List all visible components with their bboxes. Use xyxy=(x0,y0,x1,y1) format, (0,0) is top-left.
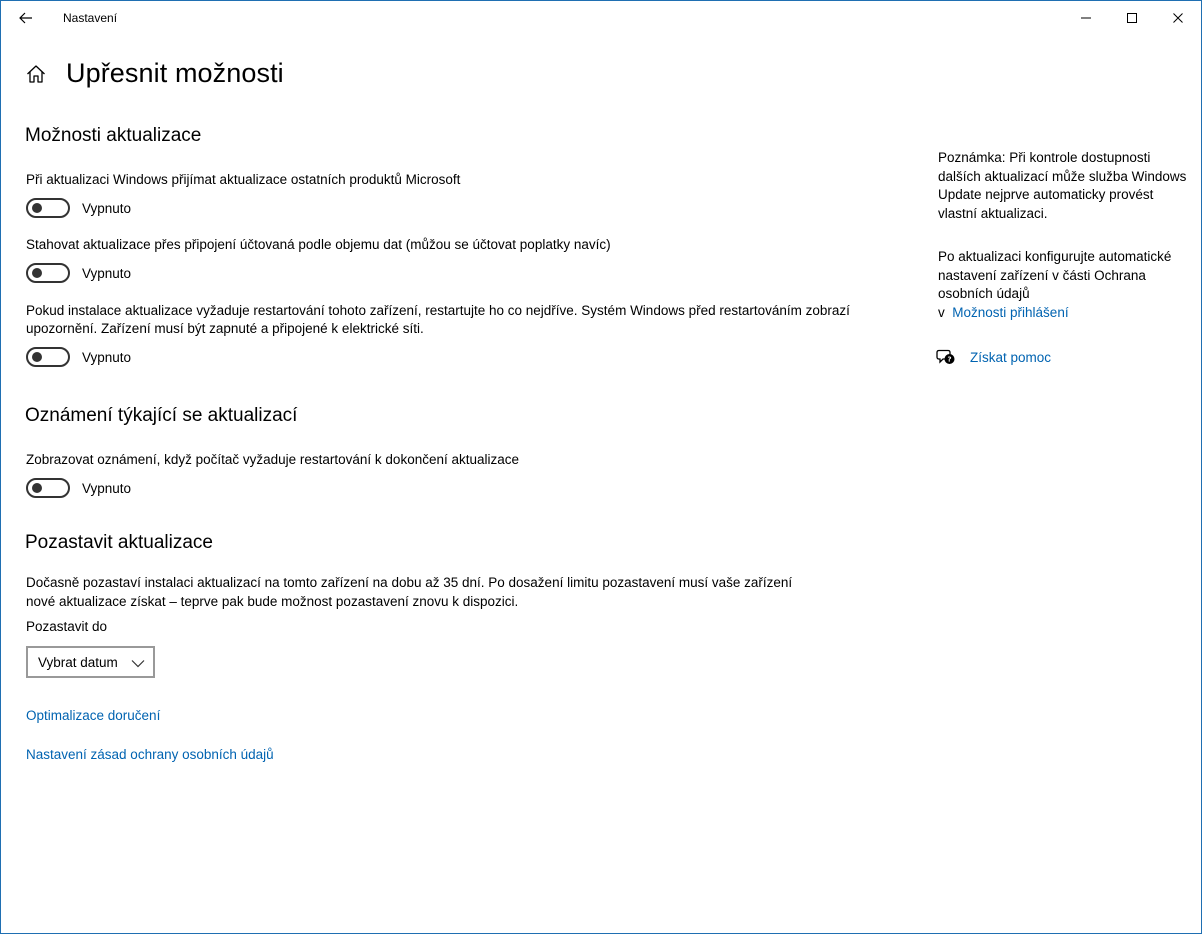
option-label-restart-asap: Pokud instalace aktualizace vyžaduje res… xyxy=(26,303,850,336)
pause-description: Dočasně pozastaví instalaci aktualizací … xyxy=(26,575,793,609)
close-icon xyxy=(1173,13,1183,23)
option-label-metered: Stahovat aktualizace přes připojení účto… xyxy=(26,237,611,252)
toggle-state-restart-asap: Vypnuto xyxy=(82,350,132,365)
maximize-button[interactable] xyxy=(1109,1,1155,35)
sidebar-config-prefix: v xyxy=(938,304,945,320)
minimize-button[interactable] xyxy=(1063,1,1109,35)
app-title: Nastavení xyxy=(63,11,118,25)
toggle-other-products[interactable] xyxy=(26,198,70,218)
privacy-settings-link[interactable]: Nastavení zásad ochrany osobních údajů xyxy=(26,747,274,762)
back-button[interactable] xyxy=(9,3,43,33)
home-button[interactable] xyxy=(25,63,47,85)
section-title-update-options: Možnosti aktualizace xyxy=(25,125,202,146)
sign-in-options-link[interactable]: Možnosti přihlášení xyxy=(952,305,1068,320)
pause-date-select-value: Vybrat datum xyxy=(38,654,118,670)
toggle-state-metered: Vypnuto xyxy=(82,266,132,281)
toggle-state-other-products: Vypnuto xyxy=(82,201,132,216)
option-label-other-products: Při aktualizaci Windows přijímat aktuali… xyxy=(26,172,461,187)
section-title-notifications: Oznámení týkající se aktualizací xyxy=(25,405,298,426)
option-label-restart-notification: Zobrazovat oznámení, když počítač vyžadu… xyxy=(26,452,520,467)
toggle-state-restart-notification: Vypnuto xyxy=(82,481,132,496)
settings-window: Nastavení Upřesnit možnosti Možnosti akt… xyxy=(0,0,1202,934)
section-title-pause: Pozastavit aktualizace xyxy=(25,532,213,553)
chevron-down-icon xyxy=(131,660,145,668)
page-title: Upřesnit možnosti xyxy=(66,58,284,88)
close-button[interactable] xyxy=(1155,1,1201,35)
get-help-link[interactable]: Získat pomoc xyxy=(970,350,1051,365)
sidebar-config: Po aktualizaci konfigurujte automatické … xyxy=(938,248,1188,322)
sidebar-config-text: Po aktualizaci konfigurujte automatické … xyxy=(938,249,1172,301)
toggle-knob xyxy=(32,203,42,213)
sidebar-note: Poznámka: Při kontrole dostupnosti další… xyxy=(938,150,1187,221)
pause-until-label: Pozastavit do xyxy=(26,619,108,634)
toggle-metered[interactable] xyxy=(26,263,70,283)
toggle-knob xyxy=(32,352,42,362)
maximize-icon xyxy=(1127,13,1137,23)
back-arrow-icon xyxy=(19,12,32,24)
chat-help-icon: ? xyxy=(936,349,955,364)
pause-date-select[interactable]: Vybrat datum xyxy=(26,646,155,678)
toggle-restart-asap[interactable] xyxy=(26,347,70,367)
toggle-knob xyxy=(32,268,42,278)
svg-text:?: ? xyxy=(947,356,951,364)
toggle-knob xyxy=(32,483,42,493)
title-bar: Nastavení xyxy=(1,1,1201,35)
minimize-icon xyxy=(1081,17,1091,19)
toggle-restart-notification[interactable] xyxy=(26,478,70,498)
home-icon xyxy=(27,65,45,83)
delivery-optimization-link[interactable]: Optimalizace doručení xyxy=(26,708,160,723)
